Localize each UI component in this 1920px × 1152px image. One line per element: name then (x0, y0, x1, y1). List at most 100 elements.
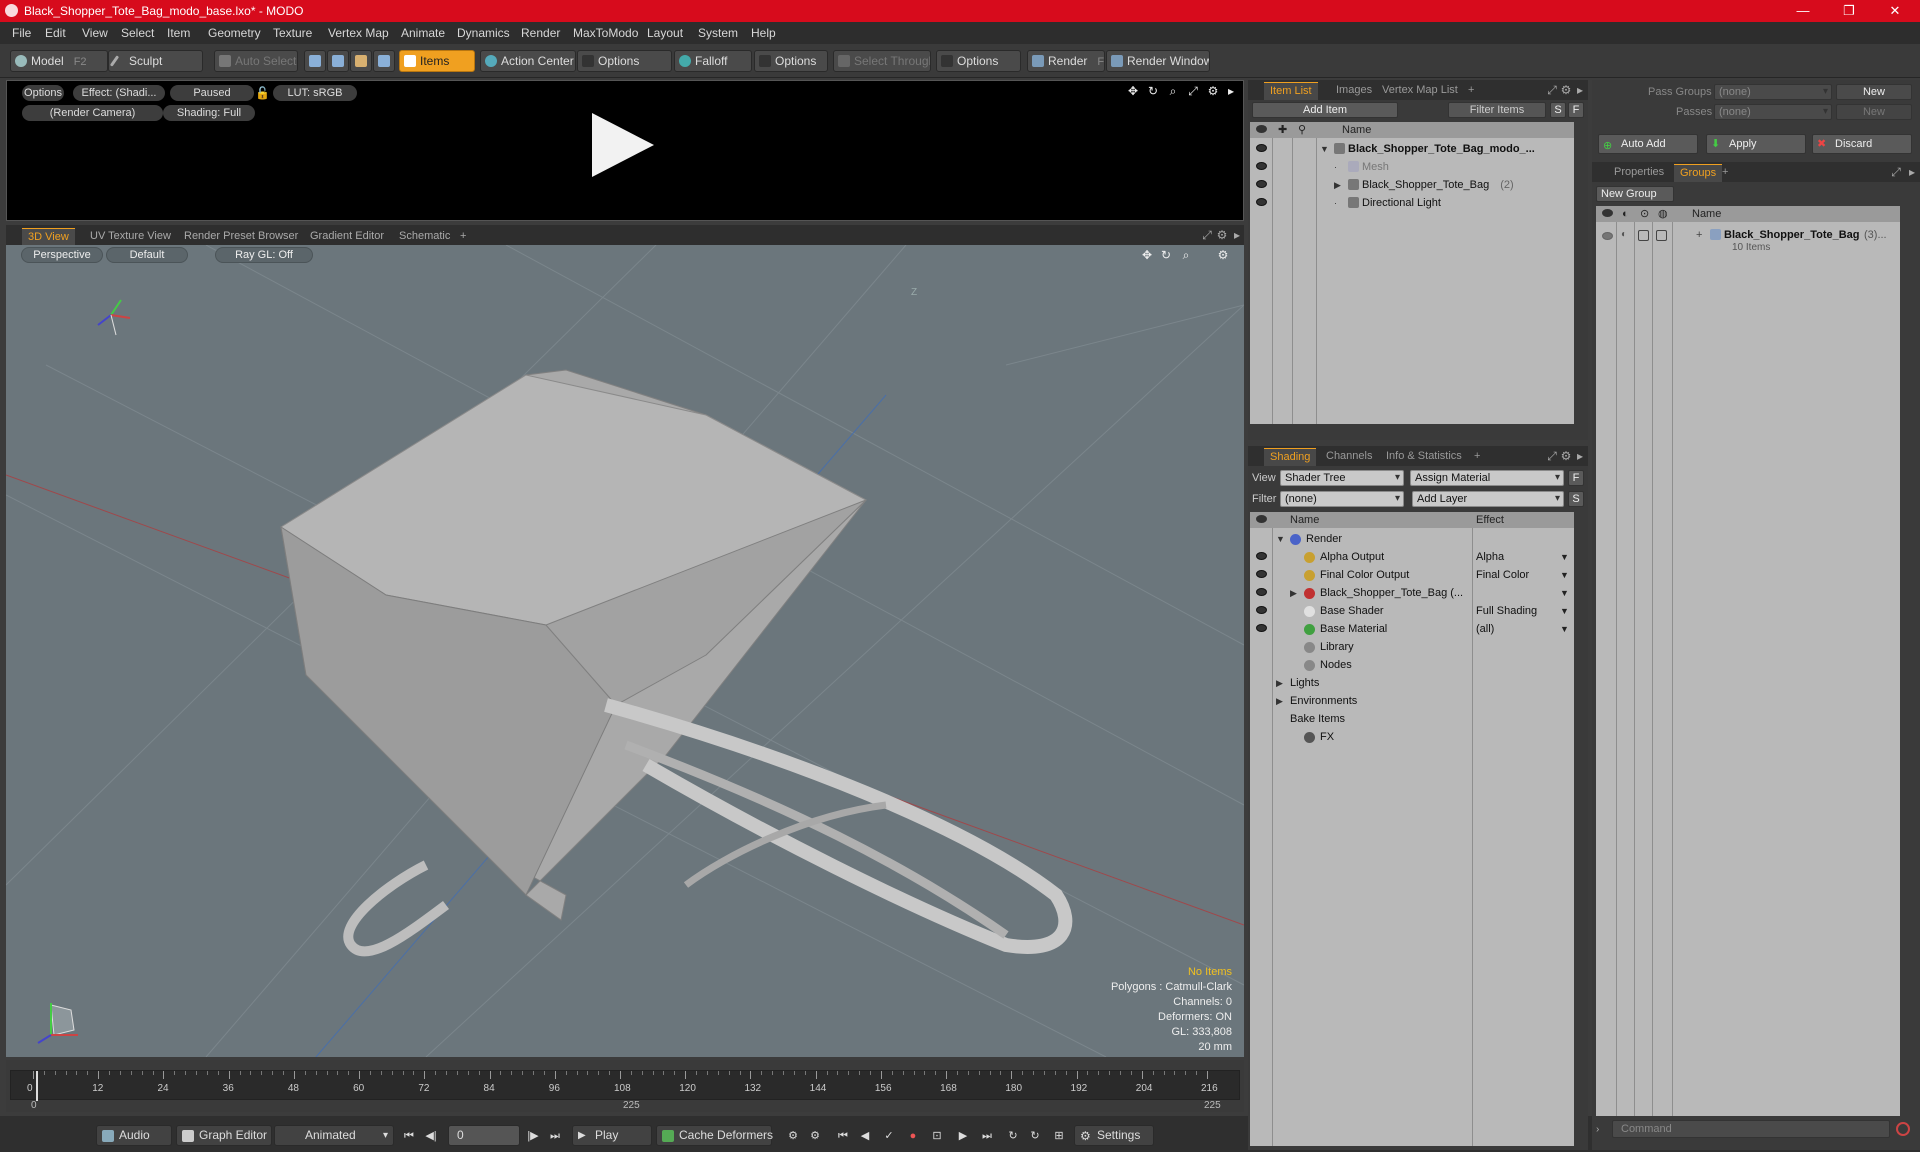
falloff-options-button[interactable]: Options (754, 50, 828, 72)
arrow-right-icon[interactable]: ▸ (1225, 85, 1237, 97)
menu-animate[interactable]: Animate (401, 26, 445, 40)
shader-row[interactable]: Final Color Output Final Color ▼ (1250, 566, 1574, 584)
menu-view[interactable]: View (82, 26, 108, 40)
shader-row[interactable]: Base Shader Full Shading ▼ (1250, 602, 1574, 620)
vertices-mode-button[interactable] (304, 50, 326, 72)
key-icon[interactable]: ⚙ (784, 1127, 802, 1145)
item-visibility-icon[interactable] (1256, 162, 1267, 170)
item-visibility-icon[interactable] (1256, 180, 1267, 188)
menu-layout[interactable]: Layout (647, 26, 683, 40)
shader-row[interactable]: Alpha Output Alpha ▼ (1250, 548, 1574, 566)
next-key2-icon[interactable]: ⏭ (978, 1127, 996, 1145)
group-render-icon[interactable]: ◐ (1621, 226, 1627, 244)
tab-groups[interactable]: Groups (1674, 164, 1723, 182)
chevron-down-icon[interactable]: ▼ (1560, 602, 1569, 620)
edges-mode-button[interactable] (327, 50, 349, 72)
falloff-button[interactable]: Falloff (674, 50, 752, 72)
cache-deformers-button[interactable]: Cache Deformers (656, 1125, 773, 1146)
timeline-ruler[interactable]: 0 12 24 36 48 60 72 84 96 108 120 132 144 156 168 180 19… (10, 1070, 1240, 1101)
groups-expand-icon[interactable]: ⤢ (1890, 166, 1902, 178)
expand-arrow-icon[interactable]: · (1334, 194, 1337, 212)
snap-icon[interactable]: ⊞ (1050, 1127, 1068, 1145)
auto-key-icon[interactable]: ⊡ (928, 1127, 946, 1145)
prev-key2-icon[interactable]: ◀ (856, 1127, 874, 1145)
shading-expand-icon[interactable]: ⤢ (1546, 450, 1558, 462)
expand-arrow-icon[interactable]: ▶ (1276, 692, 1283, 710)
timeline[interactable]: 0 12 24 36 48 60 72 84 96 108 120 132 144 156 168 180 19… (6, 1060, 1244, 1112)
menu-system[interactable]: System (698, 26, 738, 40)
expand-arrow-icon[interactable]: ▶ (1276, 674, 1283, 692)
action-center-options-button[interactable]: Options (577, 50, 672, 72)
shader-row[interactable]: Bake Items (1250, 710, 1574, 728)
tab-render-preset-browser[interactable]: Render Preset Browser (178, 228, 304, 245)
shading-gear-icon[interactable]: ⚙ (1560, 450, 1572, 462)
menu-render[interactable]: Render (521, 26, 560, 40)
item-list-arrow-icon[interactable]: ▸ (1574, 84, 1586, 96)
vp-gear-icon[interactable]: ⚙ (1217, 249, 1229, 261)
filter-s-button[interactable]: S (1550, 102, 1566, 118)
apply-button[interactable]: ⬇ Apply (1706, 134, 1806, 154)
expand-arrow-icon[interactable]: ▶ (1290, 584, 1297, 602)
shader-row[interactable]: FX (1250, 728, 1574, 746)
render-camera-dropdown[interactable]: (Render Camera) (22, 105, 163, 121)
shader-row[interactable]: ▶ Environments (1250, 692, 1574, 710)
shader-row[interactable]: ▶ Black_Shopper_Tote_Bag (... ▼ (1250, 584, 1574, 602)
tab-add-shading[interactable]: + (1468, 448, 1486, 466)
filter-items-input[interactable]: Filter Items (1448, 102, 1546, 118)
group-row[interactable]: ◐ + Black_Shopper_Tote_Bag (3)... 10 Ite… (1596, 226, 1900, 256)
new-group-button[interactable]: New Group (1596, 186, 1674, 202)
shader-row[interactable]: Base Material (all) ▼ (1250, 620, 1574, 638)
menu-help[interactable]: Help (751, 26, 776, 40)
go-to-end-icon[interactable]: ⏭ (546, 1127, 564, 1145)
sync-icon[interactable]: ↻ (1026, 1127, 1044, 1145)
preview-effect-dropdown[interactable]: Effect: (Shadi... (73, 85, 165, 101)
shader-effect[interactable]: Alpha (1476, 548, 1504, 566)
filter-f-button[interactable]: F (1568, 102, 1584, 118)
chevron-down-icon[interactable]: ▼ (1560, 548, 1569, 566)
shader-visibility-icon[interactable] (1256, 552, 1267, 560)
group-lock-checkbox[interactable] (1638, 230, 1649, 241)
filter-dropdown[interactable]: (none) (1280, 491, 1404, 507)
chevron-down-icon[interactable]: ▼ (1560, 620, 1569, 638)
play-icon[interactable] (592, 113, 654, 177)
preview-options-button[interactable]: Options (22, 85, 64, 101)
menu-maxtomodo[interactable]: MaxToModo (573, 26, 638, 40)
sculpt-mode-button[interactable]: Sculpt (108, 50, 203, 72)
expand-arrow-icon[interactable]: · (1334, 158, 1337, 176)
assign-material-dropdown[interactable]: Assign Material (1410, 470, 1564, 486)
settings-button[interactable]: ⚙ Settings (1074, 1125, 1154, 1146)
new-pass-group-button[interactable]: New (1836, 84, 1912, 100)
default-dropdown[interactable]: Default (106, 247, 188, 263)
menu-edit[interactable]: Edit (45, 26, 66, 40)
zoom-icon[interactable]: ⌕ (1167, 85, 1179, 97)
render-button[interactable]: Render F9 (1027, 50, 1105, 72)
shader-visibility-icon[interactable] (1256, 606, 1267, 614)
command-input[interactable]: Command (1612, 1120, 1890, 1138)
prev-frame-icon[interactable]: ◀| (422, 1127, 440, 1145)
render-window-button[interactable]: Render Window (1106, 50, 1210, 72)
add-item-dropdown[interactable]: Add Item (1252, 102, 1398, 118)
item-list-gear-icon[interactable]: ⚙ (1560, 84, 1572, 96)
menu-geometry[interactable]: Geometry (208, 26, 261, 40)
perspective-dropdown[interactable]: Perspective (21, 247, 103, 263)
tab-3d-view[interactable]: 3D View (22, 228, 75, 245)
shader-visibility-icon[interactable] (1256, 588, 1267, 596)
auto-add-button[interactable]: ⊕ Auto Add (1598, 134, 1698, 154)
maximize-button[interactable]: ❐ (1826, 0, 1872, 22)
tab-add-groups[interactable]: + (1716, 164, 1734, 182)
tab-item-list[interactable]: Item List (1264, 82, 1318, 100)
rotate-icon[interactable]: ↻ (1147, 85, 1159, 97)
shader-row[interactable]: Library (1250, 638, 1574, 656)
lut-dropdown[interactable]: LUT: sRGB (273, 85, 357, 101)
next-key-icon[interactable]: ▶ (954, 1127, 972, 1145)
close-button[interactable]: ✕ (1872, 0, 1918, 22)
set-key-icon[interactable]: ✓ (880, 1127, 898, 1145)
record-icon[interactable]: ● (904, 1127, 922, 1145)
expand-arrow-icon[interactable]: ▶ (1334, 176, 1341, 194)
vp-zoom-icon[interactable]: ⌕ (1180, 249, 1192, 261)
pan-icon[interactable]: ✥ (1127, 85, 1139, 97)
lock-icon[interactable]: 🔓 (255, 87, 270, 99)
polygons-mode-button[interactable] (350, 50, 372, 72)
tab-add[interactable]: + (454, 228, 472, 245)
select-through-options-button[interactable]: Options (936, 50, 1021, 72)
